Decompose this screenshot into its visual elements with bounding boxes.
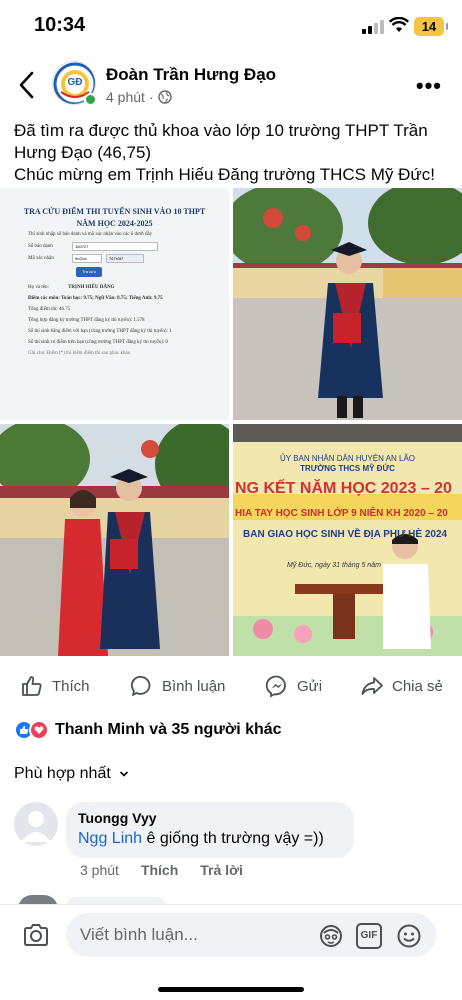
- comment-icon: [130, 675, 151, 696]
- globe-icon: [157, 90, 172, 104]
- lookup-captcha-image: 767x0t7: [106, 254, 144, 263]
- graduation-photo-image: [233, 188, 462, 420]
- more-options-button[interactable]: •••: [416, 73, 442, 99]
- photo-ceremony-banner[interactable]: ỦY BAN NHÂN DÂN HUYỆN AN LÃO TRƯỜNG THCS…: [233, 424, 462, 656]
- photo-student-graduation[interactable]: [233, 188, 462, 420]
- post-caption: Đã tìm ra được thủ khoa vào lớp 10 trườn…: [14, 120, 454, 186]
- gif-button[interactable]: GIF: [356, 923, 382, 949]
- send-label: Gửi: [297, 677, 323, 695]
- comment-mention[interactable]: Ngg Linh: [78, 830, 142, 847]
- comment-input[interactable]: [80, 923, 300, 947]
- like-label: Thích: [52, 677, 90, 695]
- banner-line-5: BAN GIAO HỌC SINH VỀ ĐỊA PHƯ HÈ 2024: [243, 529, 448, 540]
- status-time: 10:34: [34, 14, 86, 36]
- banner-line-6: Mỹ Đức, ngày 31 tháng 5 năm: [287, 562, 381, 569]
- comment-avatar[interactable]: [14, 802, 58, 846]
- photo-score-lookup[interactable]: TRA CỨU ĐIỂM THI TUYỂN SINH VÀO 10 THPT …: [0, 188, 229, 420]
- default-avatar-icon: [21, 811, 51, 842]
- love-reaction-icon: [29, 720, 49, 740]
- banner-line-1: ỦY BAN NHÂN DÂN HUYỆN AN LÃO: [280, 454, 415, 463]
- avatar-sticker-icon[interactable]: [318, 923, 344, 949]
- lookup-scores: Điểm các môn: Toán học: 9.75; Ngữ Văn: 8…: [28, 296, 163, 301]
- comment-input-container: GIF: [66, 913, 436, 957]
- banner-line-4: HIA TAY HỌC SINH LỚP 9 NIÊN KH 2020 – 20: [235, 508, 448, 519]
- home-indicator: [158, 987, 304, 992]
- post-meta: 4 phút ·: [106, 89, 172, 105]
- status-bar: 10:34 14: [0, 0, 462, 50]
- lookup-year: NĂM HỌC 2024-2025: [76, 219, 153, 228]
- comment-time: 3 phút: [80, 862, 119, 878]
- comment-author[interactable]: Tuongg Vyy: [78, 810, 342, 826]
- thumbs-up-icon: [22, 676, 42, 696]
- student-teacher-image: [0, 424, 229, 656]
- online-indicator: [84, 93, 97, 106]
- comment-button[interactable]: Bình luận: [130, 674, 225, 698]
- lookup-button: Tra cứu: [76, 267, 102, 277]
- post-actions: Thích Bình luận Gửi Chia sẻ: [0, 668, 462, 708]
- lookup-note: Ghi chú: Điểm (*) thì kiểm điểm thi sau …: [28, 351, 131, 356]
- lookup-captcha-label: Mã xác nhận: [28, 256, 54, 261]
- post-header: GĐ Đoàn Trần Hưng Đạo 4 phút · •••: [0, 55, 462, 117]
- lookup-sbd-label: Số báo danh: [28, 244, 53, 249]
- post-time[interactable]: 4 phút: [106, 89, 145, 105]
- photo-student-teacher[interactable]: [0, 424, 229, 656]
- banner-line-3: NG KẾT NĂM HỌC 2023 – 20: [235, 480, 452, 497]
- lookup-ranking-2: Số thí sinh có điểm trên bạn (cùng trườn…: [28, 340, 168, 345]
- lookup-prompt: Thí sinh nhập số báo danh và mã xác nhận…: [28, 232, 153, 237]
- caption-line-1: Đã tìm ra được thủ khoa vào lớp 10 trườn…: [14, 121, 433, 162]
- messenger-icon: [265, 675, 286, 698]
- like-button[interactable]: Thích: [20, 674, 90, 698]
- comment-bubble[interactable]: Tuongg Vyy Ngg Linh ê giống th trường vậ…: [66, 802, 354, 858]
- share-label: Chia sẻ: [392, 677, 443, 695]
- reactions-text: Thanh Minh và 35 người khác: [55, 721, 282, 738]
- comment-meta: 3 phút Thích Trả lời: [80, 862, 243, 878]
- caption-line-2: Chúc mừng em Trịnh Hiếu Đăng trường THCS…: [14, 165, 435, 184]
- page-name[interactable]: Đoàn Trần Hưng Đạo: [106, 65, 276, 85]
- back-button[interactable]: [14, 67, 40, 103]
- battery-indicator: 14: [414, 17, 448, 36]
- lookup-sbd-field: 160727: [72, 242, 158, 251]
- reactions-summary[interactable]: Thanh Minh và 35 người khác: [14, 720, 282, 740]
- emoji-icon[interactable]: [396, 923, 422, 949]
- sort-label: Phù hợp nhất: [14, 765, 111, 782]
- comment-label: Bình luận: [162, 677, 226, 695]
- comment-text: Ngg Linh ê giống th trường vậy =)): [78, 830, 342, 848]
- lookup-ranking: Số thí sinh bằng điểm với bạn (cùng trườ…: [28, 329, 172, 334]
- signal-icon: [362, 20, 384, 34]
- lookup-name-value: TRỊNH HIẾU ĐĂNG: [68, 285, 115, 290]
- comment-body: ê giống th trường vậy =)): [142, 830, 324, 847]
- lookup-name-label: Họ và tên:: [28, 285, 49, 290]
- camera-icon[interactable]: [22, 921, 50, 949]
- comment-like-button[interactable]: Thích: [141, 862, 178, 878]
- photo-grid: TRA CỨU ĐIỂM THI TUYỂN SINH VÀO 10 THPT …: [0, 188, 462, 656]
- lookup-total: Tổng điểm thi: 46.75: [28, 307, 71, 312]
- send-button[interactable]: Gửi: [265, 674, 322, 698]
- comment-reply-button[interactable]: Trả lời: [200, 862, 243, 878]
- chevron-down-icon: [119, 771, 128, 777]
- comment-sort-dropdown[interactable]: Phù hợp nhất: [14, 765, 129, 783]
- comment-composer: GIF: [0, 904, 462, 1000]
- lookup-captcha-field: 9nGnx: [72, 254, 102, 263]
- wifi-icon: [389, 17, 409, 32]
- share-icon: [361, 677, 383, 695]
- share-button[interactable]: Chia sẻ: [360, 674, 443, 698]
- avatar-text: GĐ: [67, 77, 83, 88]
- banner-line-2: TRƯỜNG THCS MỸ ĐỨC: [300, 464, 395, 473]
- lookup-total-reg: Tổng hợp đăng ký trường THPT đăng ký thi…: [28, 318, 145, 323]
- lookup-title: TRA CỨU ĐIỂM THI TUYỂN SINH VÀO 10 THPT: [23, 207, 206, 216]
